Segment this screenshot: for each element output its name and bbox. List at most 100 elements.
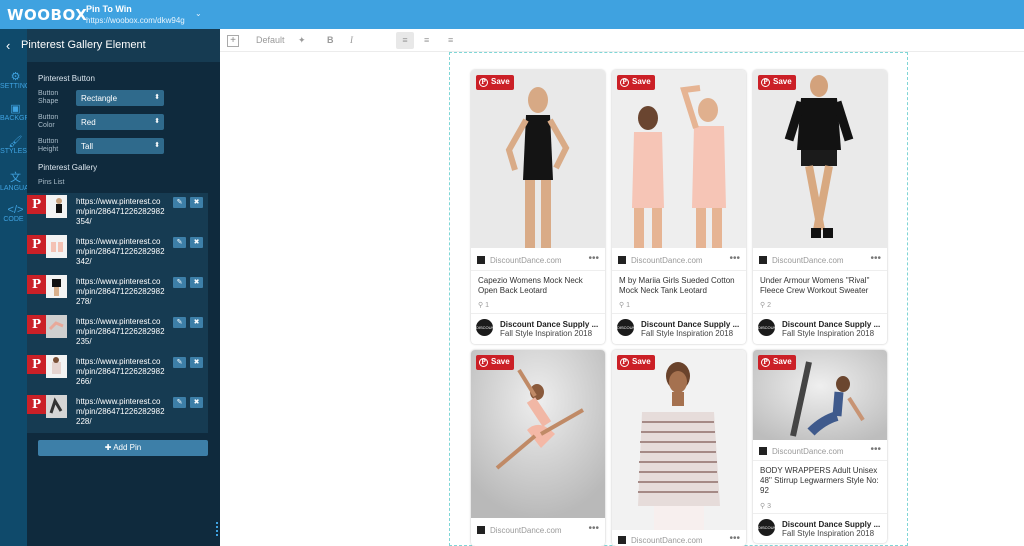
pin-image[interactable]: P Save: [612, 350, 746, 530]
more-icon[interactable]: •••: [729, 533, 740, 544]
delete-icon[interactable]: ✖: [190, 357, 203, 368]
more-icon[interactable]: •••: [729, 253, 740, 264]
pin-image[interactable]: P Save: [753, 70, 887, 248]
edit-icon[interactable]: ✎: [173, 197, 186, 208]
pin-item: P https://www.pinterest.com/pin/28647122…: [27, 233, 208, 273]
more-icon[interactable]: •••: [870, 444, 881, 455]
italic-button[interactable]: I: [350, 35, 353, 45]
select-value: Rectangle: [81, 94, 118, 103]
source-name[interactable]: DiscountDance.com: [772, 256, 844, 265]
woobox-logo[interactable]: WOOBOX: [7, 6, 87, 24]
campaign-url[interactable]: https://woobox.com/dkw94g: [86, 16, 185, 25]
rail-code[interactable]: </> CODE: [0, 204, 27, 234]
pin-user[interactable]: DISCOUNT DANCE Discount Dance Supply ...F…: [753, 315, 887, 343]
back-arrow-icon[interactable]: ‹: [6, 38, 10, 53]
edit-icon[interactable]: ✎: [173, 237, 186, 248]
edit-icon[interactable]: ✎: [173, 357, 186, 368]
magic-icon[interactable]: ✦: [298, 35, 306, 46]
edit-icon[interactable]: ✎: [173, 397, 186, 408]
pin-item: P https://www.pinterest.com/pin/28647122…: [27, 313, 208, 353]
save-button[interactable]: P Save: [758, 355, 796, 370]
rail-styles[interactable]: 🖌 STYLES: [0, 135, 27, 165]
delete-icon[interactable]: ✖: [190, 317, 203, 328]
element-sidebar: ‹ Pinterest Gallery Element Pinterest Bu…: [6, 29, 220, 546]
save-button[interactable]: P Save: [476, 355, 514, 370]
pin-url: https://www.pinterest.com/pin/2864712262…: [76, 357, 165, 386]
source-name[interactable]: DiscountDance.com: [631, 536, 703, 545]
height-label: Button Height: [38, 138, 58, 154]
user-name: Discount Dance Supply ...: [641, 320, 740, 329]
more-icon[interactable]: •••: [588, 253, 599, 264]
pin-card[interactable]: P Save DiscountDance.com ••• M by Mariia G…: [612, 70, 746, 344]
divider: [753, 270, 887, 271]
delete-icon[interactable]: ✖: [190, 397, 203, 408]
source-name[interactable]: DiscountDance.com: [772, 447, 844, 456]
avatar: DISCOUNT DANCE: [758, 519, 775, 536]
source-row: DiscountDance.com •••: [471, 250, 605, 270]
pin-thumbnail: [46, 355, 67, 378]
rail-background[interactable]: ▣BACKGROUND: [0, 102, 27, 132]
pin-card[interactable]: P Save DiscountDance.com ••• BODY WRAPPERS…: [753, 350, 887, 543]
pin-image[interactable]: P Save: [612, 70, 746, 248]
pin-image[interactable]: P Save: [471, 350, 605, 518]
pin-user[interactable]: DISCOUNT DANCE Discount Dance Supply ...F…: [753, 515, 887, 543]
save-button[interactable]: P Save: [617, 355, 655, 370]
delete-icon[interactable]: ✖: [190, 277, 203, 288]
source-name[interactable]: DiscountDance.com: [490, 526, 562, 535]
bold-button[interactable]: B: [327, 35, 334, 45]
pin-card[interactable]: P Save DiscountDance.com ••• Under Armour …: [753, 70, 887, 344]
add-pin-button[interactable]: ✚ Add Pin: [38, 440, 208, 456]
save-button[interactable]: P Save: [476, 75, 514, 90]
source-icon: [759, 447, 767, 455]
pin-thumbnail: [46, 275, 67, 298]
gear-icon: ⚙: [10, 71, 21, 83]
pinterest-gallery-heading: Pinterest Gallery: [38, 163, 98, 172]
save-label: Save: [773, 357, 792, 366]
edit-icon[interactable]: ✎: [173, 317, 186, 328]
pin-card[interactable]: P Save DiscountDance.com •••: [612, 350, 746, 546]
pin-url: https://www.pinterest.com/pin/2864712262…: [76, 277, 165, 306]
delete-icon[interactable]: ✖: [190, 197, 203, 208]
align-right-button[interactable]: ≡: [448, 35, 453, 45]
pin-image[interactable]: P Save: [471, 70, 605, 248]
source-icon: [618, 536, 626, 544]
rail-label: CODE: [3, 216, 24, 223]
chevron-down-icon[interactable]: ⌄: [195, 9, 202, 18]
button-height-select[interactable]: Tall ⬍: [76, 138, 164, 154]
pins-list: P https://www.pinterest.com/pin/28647122…: [27, 193, 208, 433]
add-element-icon[interactable]: +: [227, 35, 239, 47]
pin-item: P https://www.pinterest.com/pin/28647122…: [27, 393, 208, 433]
pin-url: https://www.pinterest.com/pin/2864712262…: [76, 197, 165, 226]
align-center-button[interactable]: ≡: [424, 35, 429, 45]
source-name[interactable]: DiscountDance.com: [490, 256, 562, 265]
pin-image[interactable]: P Save: [753, 350, 887, 440]
button-color-select[interactable]: Red ⬍: [76, 114, 164, 130]
rail-settings[interactable]: ⚙SETTINGS: [0, 70, 27, 100]
user-name: Discount Dance Supply ...: [782, 320, 881, 329]
campaign-title: Pin To Win: [86, 4, 132, 14]
pin-card[interactable]: P Save DiscountDance.com ••• Capezio Women…: [471, 70, 605, 344]
edit-icon[interactable]: ✎: [173, 277, 186, 288]
rail-language[interactable]: 文LANGUAGE: [0, 169, 27, 199]
text-toolbar: + Default ✦ B I ≡ ≡ ≡: [220, 29, 1024, 52]
align-left-button[interactable]: ≡: [396, 32, 414, 49]
delete-icon[interactable]: ✖: [190, 237, 203, 248]
pin-card[interactable]: P Save DiscountDance.com •••: [471, 350, 605, 546]
source-name[interactable]: DiscountDance.com: [631, 256, 703, 265]
pin-user[interactable]: DISCOUNT DANCE Discount Dance Supply ...F…: [471, 315, 605, 343]
pin-thumbnail: [46, 315, 67, 338]
pinterest-icon: P: [479, 358, 488, 367]
image-icon: ▣: [10, 103, 21, 115]
more-icon[interactable]: •••: [870, 253, 881, 264]
board-name: Fall Style Inspiration 2018: [641, 329, 734, 338]
save-button[interactable]: P Save: [617, 75, 655, 90]
more-icon[interactable]: •••: [588, 523, 599, 534]
select-arrows-icon: ⬍: [154, 142, 160, 149]
style-dropdown[interactable]: Default: [256, 35, 285, 45]
button-shape-select[interactable]: Rectangle ⬍: [76, 90, 164, 106]
save-button[interactable]: P Save: [758, 75, 796, 90]
pin-user[interactable]: DISCOUNT DANCE Discount Dance Supply ...F…: [612, 315, 746, 343]
color-label: Button Color: [38, 114, 58, 130]
avatar: DISCOUNT DANCE: [617, 319, 634, 336]
pinterest-icon: P: [761, 358, 770, 367]
